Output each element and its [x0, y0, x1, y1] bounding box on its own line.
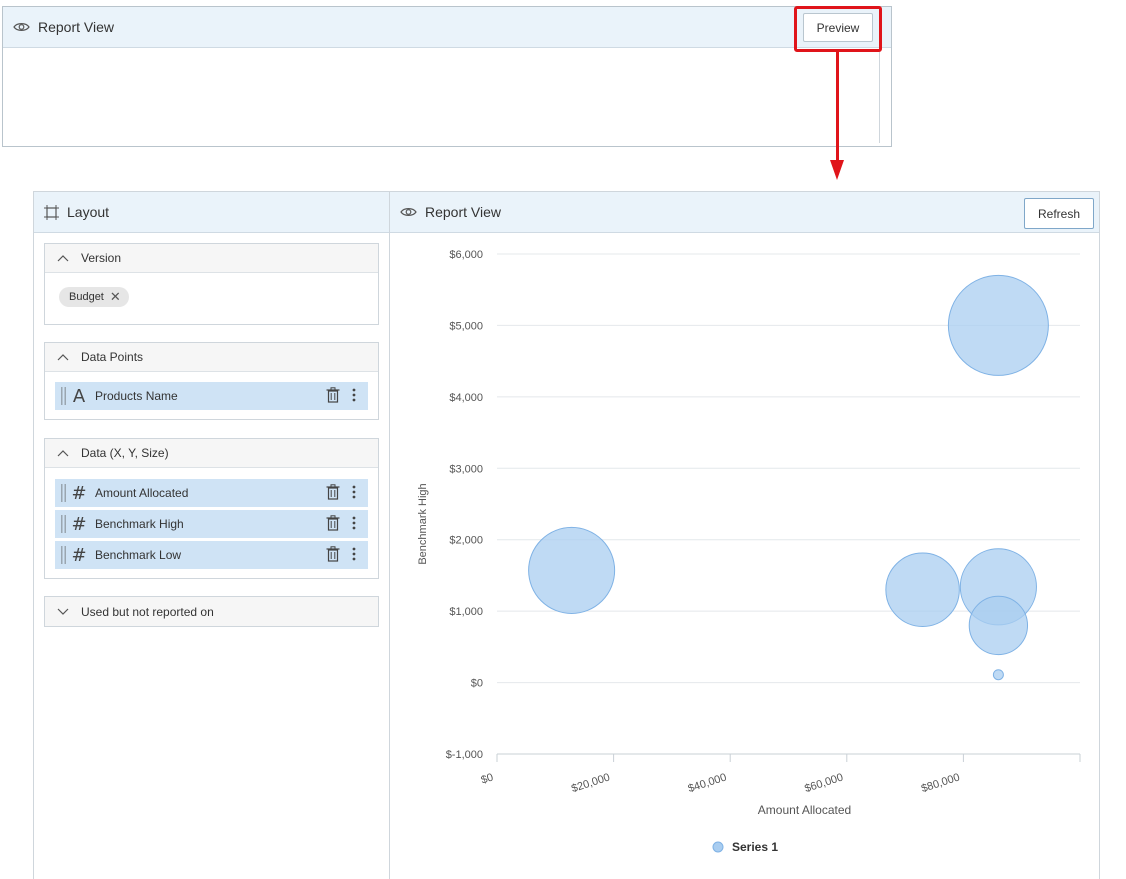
x-tick-label: $80,000: [920, 771, 962, 795]
eye-icon: [13, 23, 30, 31]
x-tick-label: $0: [480, 771, 495, 786]
data-xyz-section: Data (X, Y, Size) # Amount Allocated # B…: [44, 438, 379, 579]
version-section: Version Budget ✕: [44, 243, 379, 325]
trash-icon[interactable]: [326, 484, 340, 500]
legend-label: Series 1: [732, 840, 778, 854]
y-tick-label: $5,000: [449, 320, 483, 332]
report-view-title: Report View: [38, 19, 115, 35]
field-row-benchmark-high[interactable]: # Benchmark High: [55, 510, 368, 538]
field-label: Amount Allocated: [95, 486, 189, 500]
layout-header: Layout: [34, 192, 389, 233]
version-chip-label: Budget: [69, 291, 104, 303]
bubble-point: [528, 526, 616, 614]
drag-handle-icon[interactable]: [61, 514, 67, 534]
unused-section-header[interactable]: Used but not reported on: [45, 597, 378, 626]
chevron-up-icon: [57, 255, 69, 262]
layout-title: Layout: [67, 204, 110, 220]
drag-handle-icon[interactable]: [61, 483, 67, 503]
legend-marker: [712, 841, 724, 853]
bubble-point: [968, 595, 1029, 656]
y-tick-label: $1,000: [449, 606, 483, 618]
trash-icon[interactable]: [326, 546, 340, 562]
trash-icon[interactable]: [326, 515, 340, 531]
y-tick-label: $-1,000: [446, 749, 483, 761]
field-row-benchmark-low[interactable]: # Benchmark Low: [55, 541, 368, 569]
bubble-point: [885, 552, 960, 627]
report-view-header: Report View: [3, 7, 891, 48]
chevron-down-icon: [57, 608, 69, 615]
highlight-box: [794, 6, 882, 52]
field-label: Products Name: [95, 389, 178, 403]
bubble-point: [992, 669, 1004, 681]
more-options-icon[interactable]: [352, 516, 356, 530]
y-tick-label: $6,000: [449, 249, 483, 261]
data-xyz-label: Data (X, Y, Size): [81, 446, 169, 460]
refresh-button[interactable]: Refresh: [1024, 198, 1094, 229]
drag-handle-icon[interactable]: [61, 386, 67, 406]
field-label: Benchmark Low: [95, 548, 182, 562]
version-label: Version: [81, 251, 122, 265]
x-axis-title: Amount Allocated: [758, 803, 851, 817]
bubble-chart: $-1,000 $0 $1,000 $2,000 $3,000 $4,000 $5,000 $…: [417, 249, 1081, 854]
y-axis-title: Benchmark High: [417, 483, 429, 564]
trash-icon[interactable]: [326, 387, 340, 403]
data-points-label: Data Points: [81, 350, 144, 364]
panel-divider: [879, 48, 880, 143]
chevron-up-icon: [57, 354, 69, 361]
number-type-icon: #: [71, 544, 87, 566]
data-points-section: Data Points A Products Name: [44, 342, 379, 420]
data-xyz-section-header[interactable]: Data (X, Y, Size): [45, 439, 378, 468]
y-tick-label: $0: [471, 678, 483, 690]
bubble-point: [947, 274, 1049, 376]
y-tick-label: $4,000: [449, 392, 483, 404]
report-view-panel-before: Report View: [2, 6, 892, 147]
more-options-icon[interactable]: [352, 485, 356, 499]
number-type-icon: #: [71, 513, 87, 535]
more-options-icon[interactable]: [352, 547, 356, 561]
x-tick-label: $20,000: [570, 771, 612, 795]
report-view-header: Report View: [390, 192, 1099, 233]
drag-handle-icon[interactable]: [61, 545, 67, 565]
report-view-title: Report View: [425, 204, 502, 220]
arrow-line: [836, 52, 839, 162]
version-section-header[interactable]: Version: [45, 244, 378, 273]
data-points-section-header[interactable]: Data Points: [45, 343, 378, 372]
y-tick-label: $2,000: [449, 535, 483, 547]
version-chip: Budget ✕: [59, 287, 129, 307]
field-row-amount-allocated[interactable]: # Amount Allocated: [55, 479, 368, 507]
x-tick-label: $40,000: [687, 771, 729, 795]
field-label: Benchmark High: [95, 517, 184, 531]
x-tick-label: $60,000: [803, 771, 845, 795]
arrow-down-icon: [830, 160, 844, 180]
chevron-up-icon: [57, 450, 69, 457]
number-type-icon: #: [71, 482, 87, 504]
unused-section: Used but not reported on: [44, 596, 379, 627]
report-view-panel: Report View Refresh $-1,000 $0 $1,000 $2,00…: [390, 191, 1100, 879]
close-icon[interactable]: ✕: [110, 289, 121, 305]
y-tick-label: $3,000: [449, 463, 483, 475]
layout-icon: [44, 204, 59, 220]
unused-label: Used but not reported on: [81, 604, 214, 619]
text-type-icon: A: [72, 385, 86, 407]
field-row-products-name[interactable]: A Products Name: [55, 382, 368, 410]
eye-icon: [400, 208, 417, 216]
more-options-icon[interactable]: [352, 388, 356, 402]
layout-panel: Layout Version Budget ✕ Data Points A Pr…: [33, 191, 390, 879]
